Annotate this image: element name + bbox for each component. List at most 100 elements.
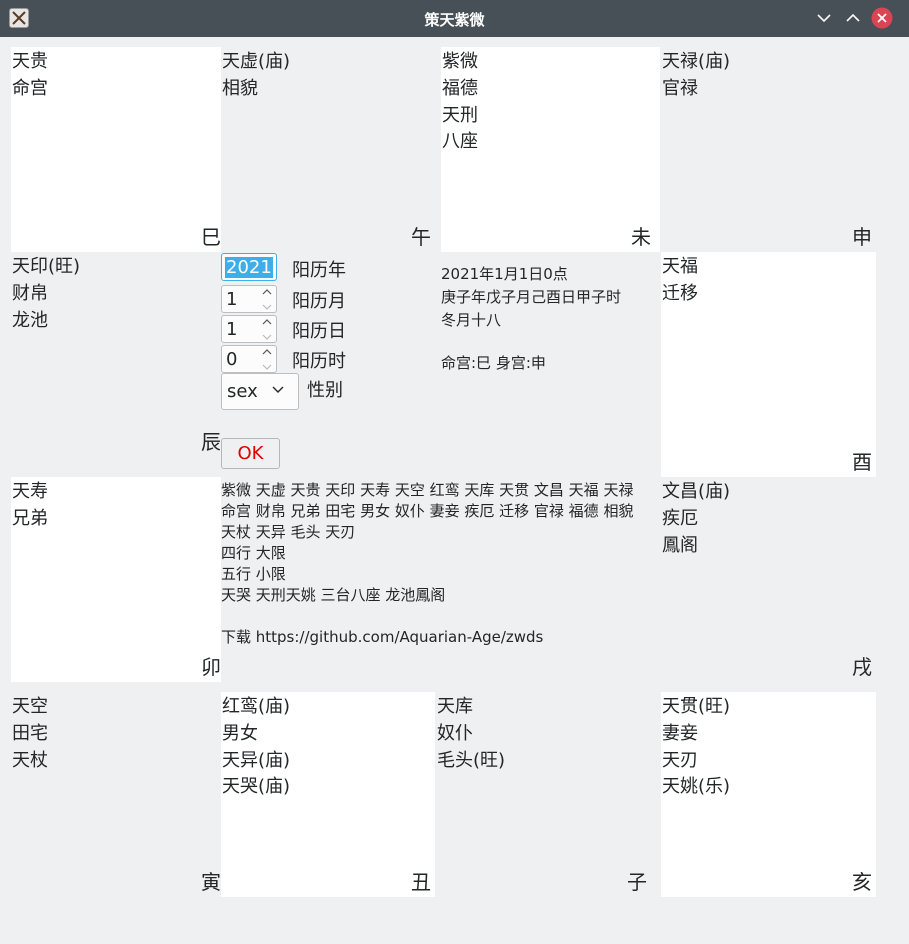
window-title: 策天紫微: [424, 11, 485, 29]
download-link[interactable]: 下载 https://github.com/Aquarian-Age/zwds: [221, 627, 633, 648]
star-label: 财帛: [12, 282, 48, 304]
palace-stars: 天虚(庙) 相貌: [222, 49, 290, 103]
star-label: 天库: [437, 696, 473, 717]
star-label: 迁移: [662, 282, 698, 304]
year-value[interactable]: 2021: [225, 257, 273, 278]
star-label: 天空: [12, 696, 48, 717]
branch-label: 丑: [411, 870, 431, 894]
hour-value[interactable]: 0: [226, 349, 237, 370]
legend-line: 四行 大限: [221, 544, 286, 562]
lunar-date-text: 冬月十八: [441, 311, 502, 329]
star-label: 天刃: [662, 749, 698, 771]
palace-info-text: 命宫:巳 身宫:申: [441, 354, 546, 372]
legend-line: 五行 小限: [221, 565, 286, 583]
chevron-down-icon: [272, 386, 284, 393]
palace-chen: 天印(旺) 财帛 龙池 辰: [11, 252, 221, 457]
palace-you: 天福 迁移 酉: [661, 252, 876, 477]
maximize-button[interactable]: [842, 7, 864, 29]
palace-mao: 天寿 兄弟 卯: [11, 477, 221, 682]
year-spinbox[interactable]: 2021: [221, 253, 277, 281]
title-bar: 策天紫微: [0, 0, 909, 37]
spin-arrows-icon[interactable]: [261, 346, 273, 372]
star-label: 天哭(庙): [222, 776, 291, 798]
star-label: 天异(庙): [222, 749, 291, 771]
palace-stars: 天贯(旺) 妻妾 天刃 天姚(乐): [662, 694, 730, 801]
year-label: 阳历年: [292, 260, 346, 281]
star-label: 福德: [442, 77, 478, 99]
star-label: 妻妾: [662, 722, 698, 744]
branch-label: 午: [411, 225, 431, 249]
close-icon: [871, 7, 893, 29]
sex-label: 性别: [307, 380, 343, 401]
star-label: 天虚(庙): [222, 51, 291, 72]
palace-wu: 天虚(庙) 相貌 午: [221, 47, 431, 252]
palace-stars: 红鸾(庙) 男女 天异(庙) 天哭(庙): [222, 694, 290, 801]
chart-info: 2021年1月1日0点庚子年戊子月己酉日甲子时 冬月十八命宫:巳 身宫:申: [441, 263, 621, 375]
palace-stars: 天禄(庙) 官禄: [662, 49, 730, 103]
spin-arrows-icon[interactable]: [261, 316, 273, 342]
close-button[interactable]: [871, 7, 893, 29]
day-value[interactable]: 1: [226, 319, 237, 340]
star-label: 天姚(乐): [662, 776, 731, 798]
legend-line: 紫微 天虚 天贵 天印 天寿 天空 红鸾 天库 天贯 文昌 天福 天禄: [221, 481, 634, 499]
star-label: 疾厄: [662, 507, 698, 529]
palace-stars: 天库 奴仆 毛头(旺): [437, 694, 505, 774]
chevron-down-icon: [817, 14, 831, 23]
star-label: 相貌: [222, 77, 258, 99]
branch-label: 辰: [201, 430, 221, 454]
star-label: 红鸾(庙): [222, 696, 291, 717]
palace-yin: 天空 田宅 天杖 寅: [11, 692, 221, 897]
month-value[interactable]: 1: [226, 289, 237, 310]
branch-label: 卯: [201, 655, 221, 679]
legend-text: 紫微 天虚 天贵 天印 天寿 天空 红鸾 天库 天贯 文昌 天福 天禄 命宫 财…: [221, 480, 633, 648]
palace-stars: 天贵 命宫: [12, 49, 48, 103]
branch-label: 亥: [852, 870, 872, 894]
branch-label: 巳: [201, 225, 221, 249]
chevron-up-icon: [846, 13, 860, 22]
palace-stars: 紫微 福德 天刑 八座: [442, 49, 478, 156]
star-label: 文昌(庙): [662, 481, 731, 502]
star-label: 天印(旺): [12, 256, 81, 277]
star-label: 紫微: [442, 51, 478, 72]
star-label: 龙池: [12, 309, 48, 331]
star-label: 天禄(庙): [662, 51, 731, 72]
chart-area: 天贵 命宫 巳 天虚(庙) 相貌 午 紫微 福德 天刑 八座 未 天禄(庙) 官…: [0, 37, 909, 944]
branch-label: 酉: [852, 450, 872, 474]
star-label: 天贵: [12, 51, 48, 72]
palace-hai: 天贯(旺) 妻妾 天刃 天姚(乐) 亥: [661, 692, 876, 897]
palace-stars: 天寿 兄弟: [12, 479, 48, 533]
star-label: 八座: [442, 131, 478, 153]
sex-value[interactable]: sex: [227, 381, 258, 402]
star-label: 天贯(旺): [662, 696, 731, 717]
day-spinbox[interactable]: 1: [221, 315, 277, 343]
palace-wei: 紫微 福德 天刑 八座 未: [441, 47, 660, 252]
legend-line: 天哭 天刑天姚 三台八座 龙池鳳阁: [221, 586, 446, 604]
hour-label: 阳历时: [292, 351, 346, 372]
spin-arrows-icon[interactable]: [261, 286, 273, 312]
legend-line: 天杖 天异 毛头 天刃: [221, 523, 356, 541]
star-label: 毛头(旺): [437, 749, 506, 771]
hour-spinbox[interactable]: 0: [221, 345, 277, 373]
palace-chou: 红鸾(庙) 男女 天异(庙) 天哭(庙) 丑: [221, 692, 435, 897]
palace-zi: 天库 奴仆 毛头(旺) 子: [436, 692, 650, 897]
star-label: 兄弟: [12, 507, 48, 529]
star-label: 命宫: [12, 77, 48, 99]
branch-label: 子: [627, 870, 647, 894]
star-label: 田宅: [12, 722, 48, 744]
star-label: 天寿: [12, 481, 48, 502]
star-label: 天杖: [12, 749, 48, 771]
palace-si: 天贵 命宫 巳: [11, 47, 221, 252]
palace-stars: 文昌(庙) 疾厄 鳳阁: [662, 479, 730, 559]
solar-date-text: 2021年1月1日0点: [441, 265, 568, 283]
star-label: 官禄: [662, 77, 698, 99]
palace-xu: 文昌(庙) 疾厄 鳳阁 戌: [661, 477, 876, 682]
ganzhi-text: 庚子年戊子月己酉日甲子时: [441, 288, 622, 306]
palace-stars: 天空 田宅 天杖: [12, 694, 48, 774]
sex-select[interactable]: sex: [221, 373, 299, 410]
star-label: 男女: [222, 722, 258, 744]
branch-label: 申: [852, 225, 872, 249]
month-spinbox[interactable]: 1: [221, 285, 277, 313]
minimize-button[interactable]: [813, 7, 835, 29]
ok-button[interactable]: OK: [221, 438, 280, 469]
star-label: 鳳阁: [662, 534, 698, 556]
